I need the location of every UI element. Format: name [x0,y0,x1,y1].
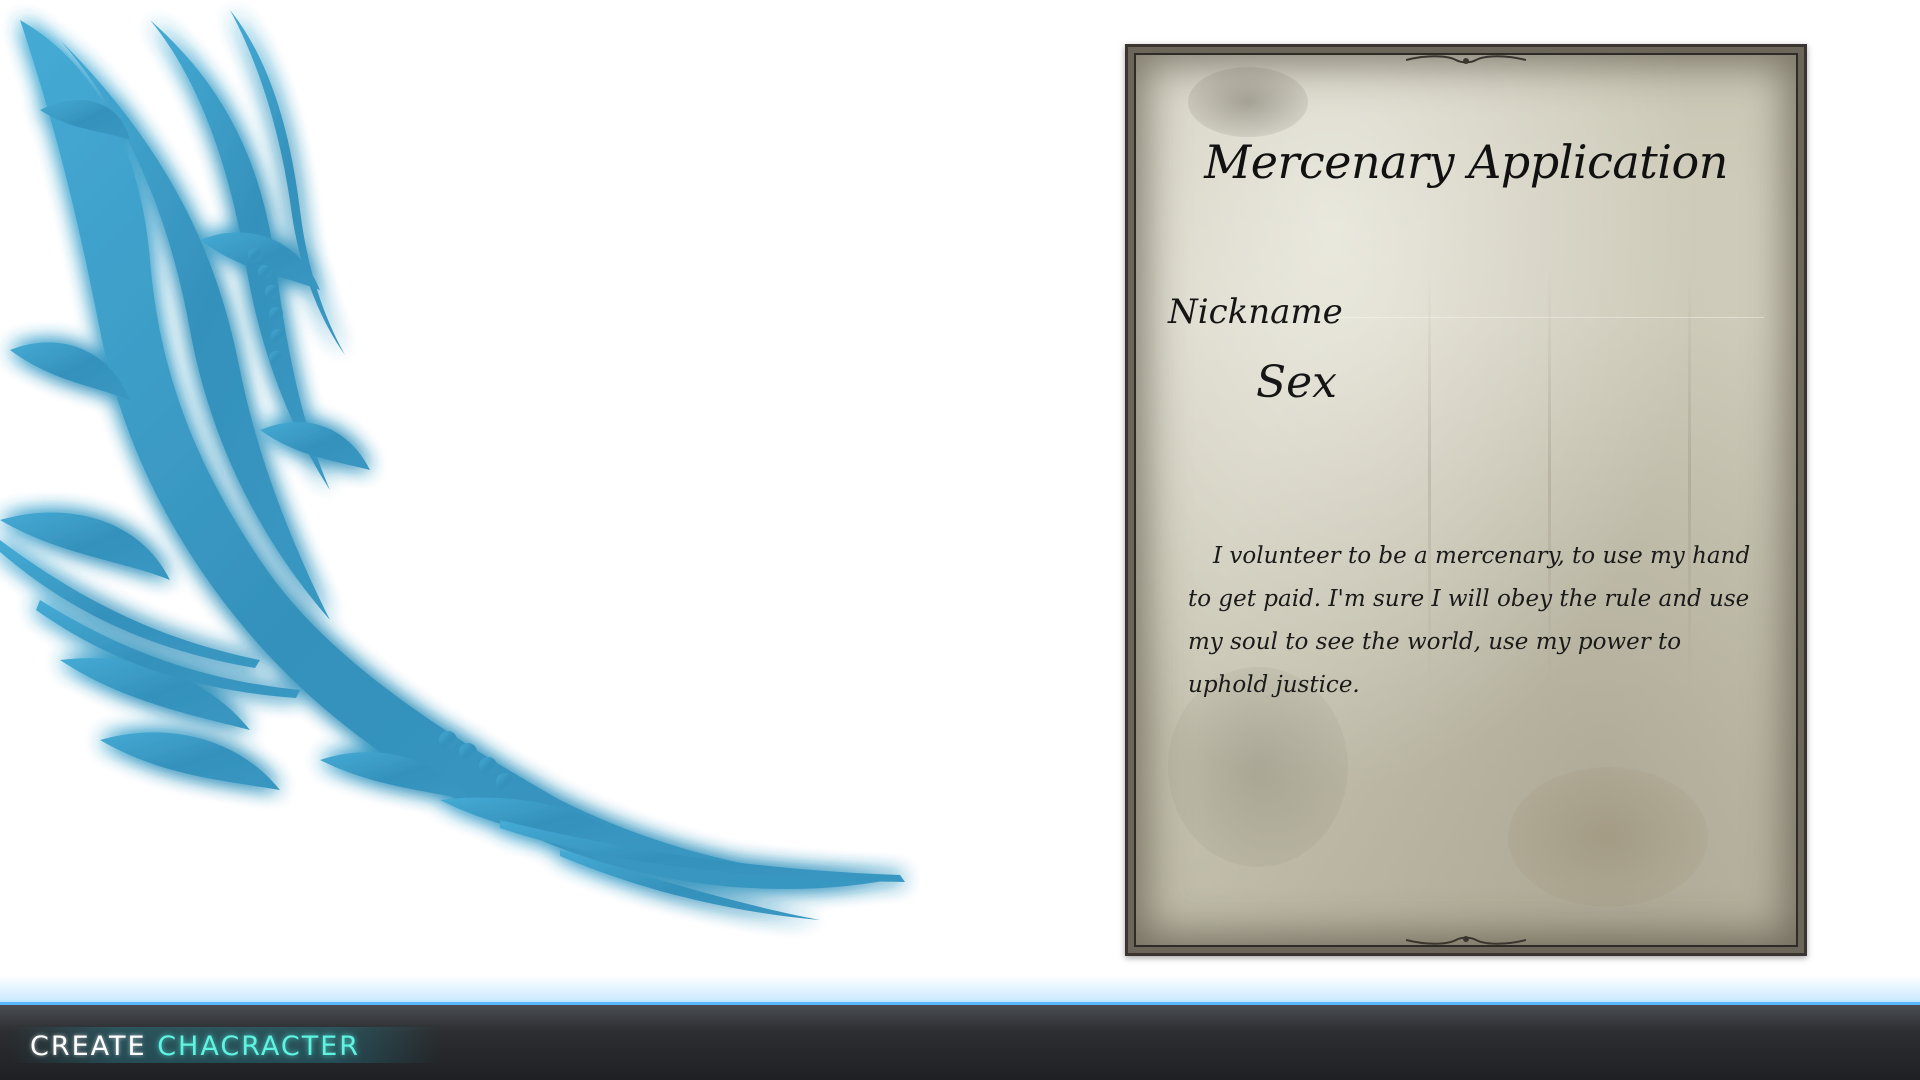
nickname-label: Nickname [1168,292,1343,332]
screen-title-part1: CREATE [30,1031,147,1062]
parchment-flourish-icon [1406,936,1526,945]
character-creation-screen: Mercenary Application Nickname Sex I vol… [0,0,1920,1080]
sex-label: Sex [1256,357,1337,408]
screen-title-part2: CHACRACTER [157,1031,361,1062]
bottom-bar: CREATE CHACRACTER [0,1002,1920,1080]
nickname-field-line [1328,317,1764,318]
parchment-stain [1508,767,1708,907]
screen-title: CREATE CHACRACTER [30,1031,360,1062]
form-title: Mercenary Application [1204,135,1728,189]
parchment-flourish-icon [1406,55,1526,64]
floral-ornament-icon [0,10,905,920]
bottom-bar-glow [0,975,1920,1005]
oath-paragraph: I volunteer to be a mercenary, to use my… [1188,543,1751,698]
application-parchment: Mercenary Application Nickname Sex I vol… [1125,44,1807,956]
parchment-stain [1188,67,1308,137]
